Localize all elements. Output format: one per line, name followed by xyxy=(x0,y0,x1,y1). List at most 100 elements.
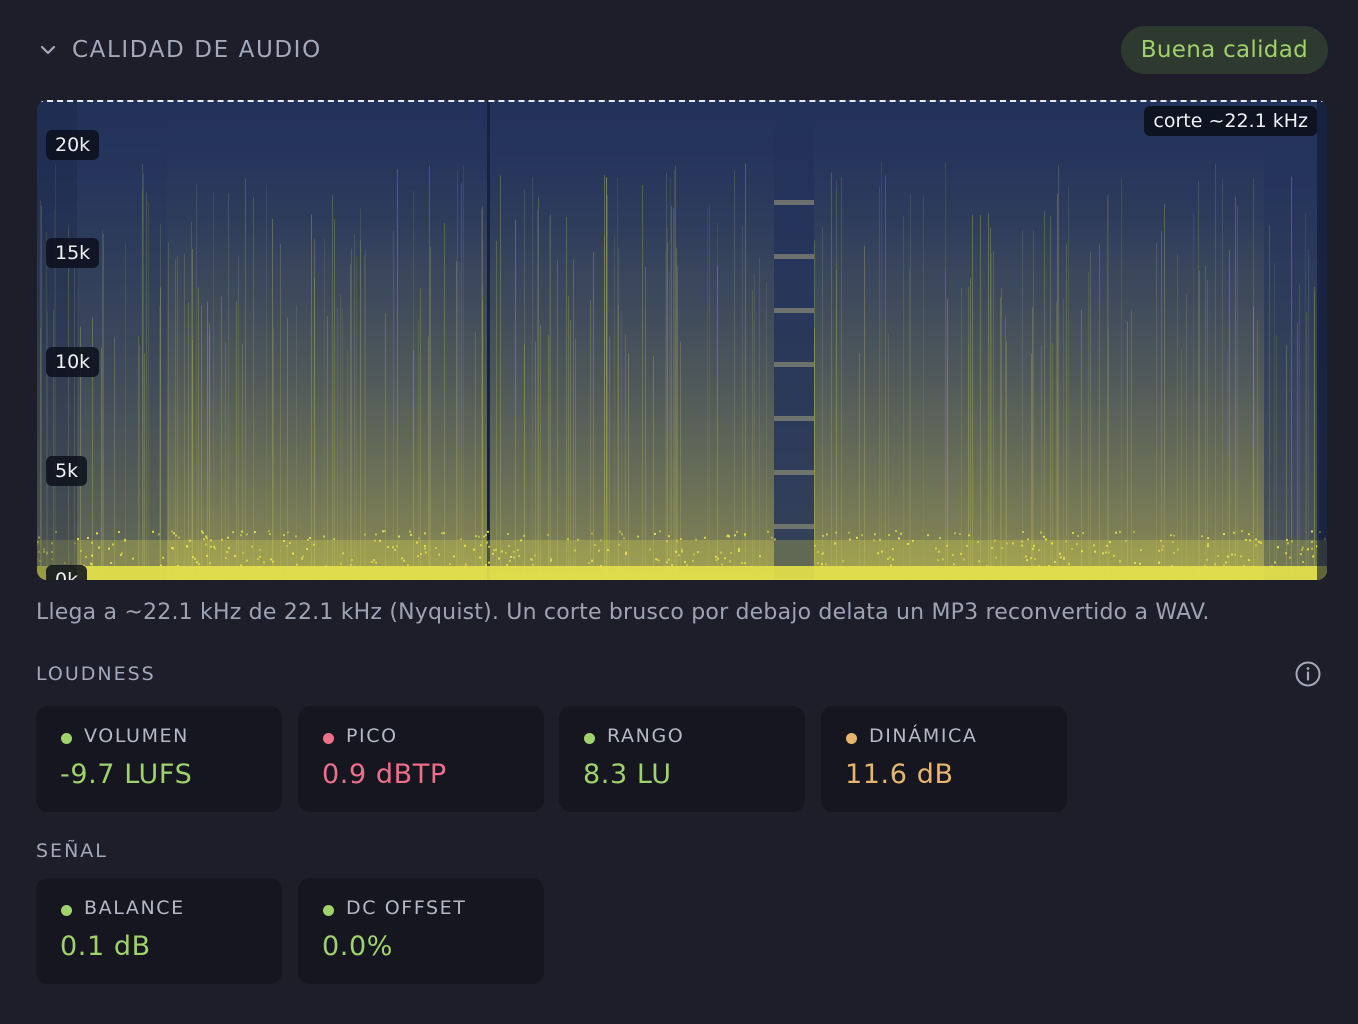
spectrogram-speckle xyxy=(340,562,342,565)
spectrogram-speckle xyxy=(485,564,487,567)
spectrogram-speckle xyxy=(676,539,678,542)
spectrogram-speckle xyxy=(203,538,205,541)
spectrogram-streak xyxy=(457,171,458,580)
spectrogram-speckle xyxy=(160,564,162,567)
spectrogram-speckle xyxy=(242,551,244,554)
spectrogram-speckle xyxy=(495,548,497,551)
spectrogram-speckle xyxy=(912,539,914,542)
quality-badge: Buena calidad xyxy=(1120,26,1328,74)
spectrogram: corte ~22.1 kHz 20k 15k 10k 5k 0k xyxy=(37,100,1327,580)
spectrogram-speckle xyxy=(744,534,746,537)
spectrogram-streak xyxy=(717,265,718,580)
spectrogram-speckle xyxy=(715,555,717,558)
collapse-button[interactable] xyxy=(36,38,60,62)
spectrogram-speckle xyxy=(1043,535,1045,538)
spectrogram-speckle xyxy=(1021,540,1023,543)
spectrogram-speckle xyxy=(1172,541,1174,544)
spectrogram-streak xyxy=(1022,230,1023,580)
spectrogram-speckle xyxy=(1071,548,1073,551)
spectrogram-speckle xyxy=(1207,537,1209,540)
spectrogram-streak xyxy=(1099,244,1100,580)
spectrogram-speckle xyxy=(171,530,173,533)
spectrogram-streak xyxy=(549,216,550,580)
spectrogram-speckle xyxy=(1001,547,1003,550)
spectrogram-speckle xyxy=(1274,561,1276,564)
spectrogram-speckle xyxy=(464,544,466,547)
spectrogram-streak xyxy=(614,236,615,580)
info-button[interactable] xyxy=(1294,660,1322,688)
spectrogram-speckle xyxy=(759,555,761,558)
spectrogram-speckle xyxy=(834,542,836,545)
loudness-title: LOUDNESS xyxy=(36,663,156,685)
spectrogram-streak xyxy=(1068,186,1069,580)
spectrogram-speckle xyxy=(1311,547,1313,550)
spectrogram-streak xyxy=(568,296,569,580)
spectrogram-streak xyxy=(538,196,539,580)
spectrogram-speckle xyxy=(206,537,208,540)
spectrogram-streak xyxy=(1222,179,1223,580)
spectrogram-speckle xyxy=(210,539,212,542)
spectrogram-speckle xyxy=(1207,542,1209,545)
spectrogram-speckle xyxy=(418,537,420,540)
spectrogram-speckle xyxy=(201,530,203,533)
spectrogram-speckle xyxy=(695,538,697,541)
spectrogram-streak xyxy=(822,226,823,580)
spectrogram-speckle xyxy=(351,558,353,561)
spectrogram-speckle xyxy=(821,565,823,568)
spectrogram-speckle xyxy=(198,562,200,565)
spectrogram-speckle xyxy=(1162,545,1164,548)
spectrogram-speckle xyxy=(637,535,639,538)
spectrogram-streak xyxy=(314,277,315,580)
metric-value: 0.1 dB xyxy=(60,931,151,962)
spectrogram-speckle xyxy=(1032,547,1034,550)
spectrogram-streak xyxy=(1032,307,1033,580)
spectrogram-speckle xyxy=(498,557,500,560)
spectrogram-speckle xyxy=(342,552,344,555)
spectrogram-streak xyxy=(1193,212,1194,580)
spectrogram-speckle xyxy=(1158,549,1160,552)
spectrogram-speckle xyxy=(1307,548,1309,551)
spectrogram-speckle xyxy=(1161,548,1163,551)
spectrogram-streak xyxy=(354,234,355,580)
spectrogram-speckle xyxy=(1094,550,1096,553)
spectrogram-streak xyxy=(245,178,246,580)
spectrogram-streak xyxy=(266,184,267,580)
spectrogram-streak xyxy=(1063,298,1064,580)
spectrogram-speckle xyxy=(968,534,970,537)
spectrogram-streak xyxy=(201,305,202,580)
spectrogram-speckle xyxy=(269,533,271,535)
spectrogram-speckle xyxy=(607,549,609,552)
metric-card-volumen: VOLUMEN -9.7 LUFS xyxy=(36,706,282,812)
status-dot xyxy=(61,905,72,916)
spectrogram-speckle xyxy=(977,541,979,544)
spectrogram-streak xyxy=(444,222,445,580)
spectrogram-speckle xyxy=(96,532,98,535)
spectrogram-streak xyxy=(1000,297,1001,580)
spectrogram-streak xyxy=(360,208,361,580)
spectrogram-speckle xyxy=(1054,560,1056,563)
spectrogram-speckle xyxy=(401,557,403,560)
spectrogram-speckle xyxy=(654,532,656,535)
spectrogram-speckle xyxy=(1133,531,1135,534)
spectrogram-speckle xyxy=(738,548,740,551)
spectrogram-streak xyxy=(168,242,169,580)
spectrogram-speckle xyxy=(625,551,627,554)
spectrogram-harmonic xyxy=(774,254,814,259)
info-icon xyxy=(1295,661,1321,687)
spectrogram-streak xyxy=(909,268,910,580)
spectrogram-speckle xyxy=(1068,562,1070,565)
spectrogram-speckle xyxy=(1255,544,1257,547)
spectrogram-streak xyxy=(146,192,147,580)
status-dot xyxy=(323,905,334,916)
spectrogram-speckle xyxy=(108,547,110,550)
spectrogram-speckle xyxy=(1243,564,1245,567)
spectrogram-streak xyxy=(184,253,185,580)
spectrogram-streak xyxy=(707,207,708,580)
spectrogram-speckle xyxy=(1025,555,1027,558)
spectrogram-speckle xyxy=(937,559,939,562)
spectrogram-speckle xyxy=(313,543,315,546)
spectrogram-speckle xyxy=(186,545,188,548)
spectrogram-speckle xyxy=(460,538,462,541)
spectrogram-speckle xyxy=(994,539,996,542)
spectrogram-speckle xyxy=(1311,530,1313,533)
